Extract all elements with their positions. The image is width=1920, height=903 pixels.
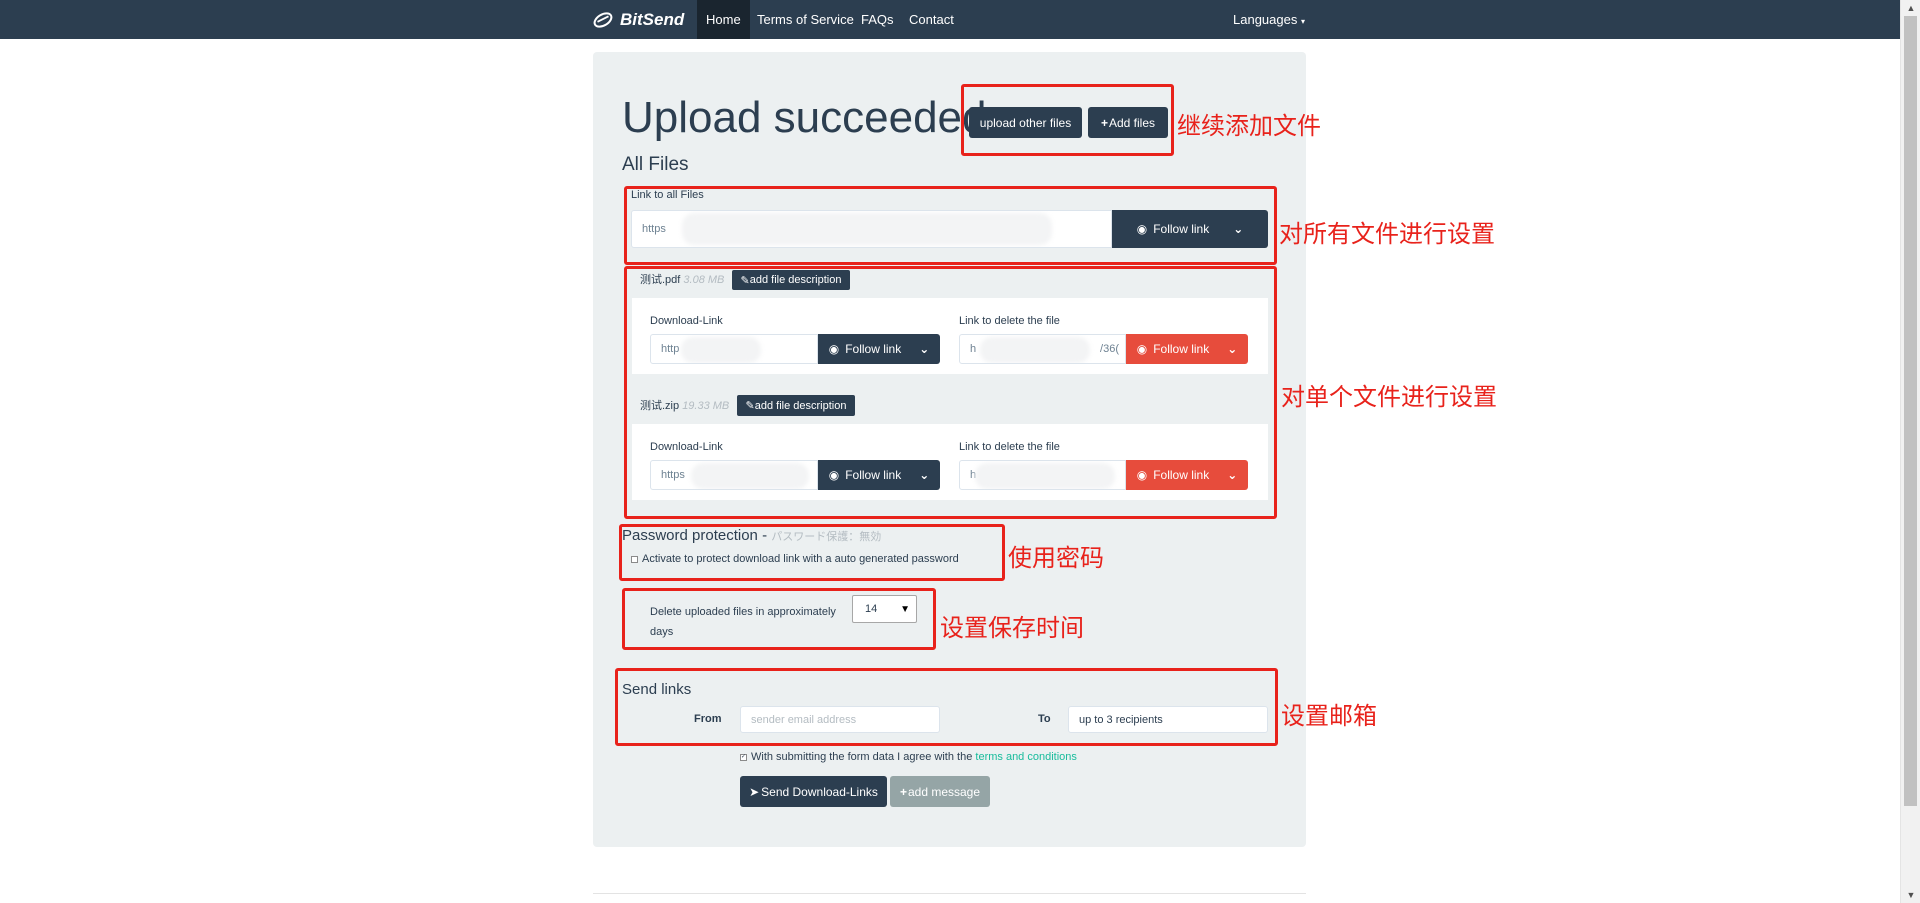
- caret-down-icon: ▾: [1300, 17, 1305, 26]
- annotation-save-time: 设置保存时间: [940, 614, 1084, 642]
- annotation-box-add-files: [961, 84, 1174, 156]
- page-title: Upload succeeded: [622, 93, 987, 142]
- agree-checkbox[interactable]: ✓: [740, 753, 747, 761]
- page-scrollbar[interactable]: ▲ ▼: [1900, 0, 1920, 903]
- brand-logo-link[interactable]: BitSend: [592, 0, 684, 39]
- annotation-use-password: 使用密码: [1008, 544, 1104, 572]
- annotation-box-single-file: [624, 266, 1277, 519]
- brand-name: BitSend: [620, 9, 685, 29]
- annotation-box-save-time: [622, 588, 936, 650]
- nav-terms-of-service[interactable]: Terms of Service: [748, 0, 863, 39]
- footer-divider: [593, 893, 1306, 894]
- annotation-all-settings: 对所有文件进行设置: [1279, 220, 1495, 248]
- scroll-up-icon[interactable]: ▲: [1901, 0, 1920, 16]
- scroll-thumb[interactable]: [1904, 16, 1917, 806]
- top-navbar: BitSend Home Terms of Service FAQs Conta…: [0, 0, 1900, 39]
- nav-contact[interactable]: Contact: [900, 0, 963, 39]
- annotation-box-all-files: [624, 186, 1277, 265]
- paper-plane-icon: ➤: [749, 784, 760, 799]
- add-message-button[interactable]: + add message: [890, 776, 990, 807]
- languages-dropdown[interactable]: Languages ▾: [1224, 0, 1314, 39]
- nav-home[interactable]: Home: [697, 0, 750, 39]
- nav-faqs[interactable]: FAQs: [852, 0, 903, 39]
- agree-text: With submitting the form data I agree wi…: [751, 751, 973, 763]
- annotation-box-password: [619, 524, 1005, 581]
- all-files-heading: All Files: [622, 154, 689, 175]
- annotation-box-email: [615, 668, 1278, 746]
- send-download-links-label: Send Download-Links: [761, 784, 878, 799]
- terms-and-conditions-link[interactable]: terms and conditions: [975, 751, 1077, 763]
- scroll-down-icon[interactable]: ▼: [1901, 887, 1920, 903]
- annotation-continue-add: 继续添加文件: [1177, 112, 1321, 140]
- plus-icon: +: [899, 784, 907, 799]
- annotation-single-settings: 对单个文件进行设置: [1281, 383, 1497, 411]
- agree-checkbox-row: ✓ With submitting the form data I agree w…: [740, 751, 1077, 763]
- send-download-links-button[interactable]: ➤ Send Download-Links: [740, 776, 887, 807]
- languages-label: Languages: [1233, 12, 1298, 27]
- annotation-email: 设置邮箱: [1281, 702, 1377, 730]
- add-message-label: add message: [907, 784, 981, 799]
- bitsend-logo-icon: [593, 11, 613, 28]
